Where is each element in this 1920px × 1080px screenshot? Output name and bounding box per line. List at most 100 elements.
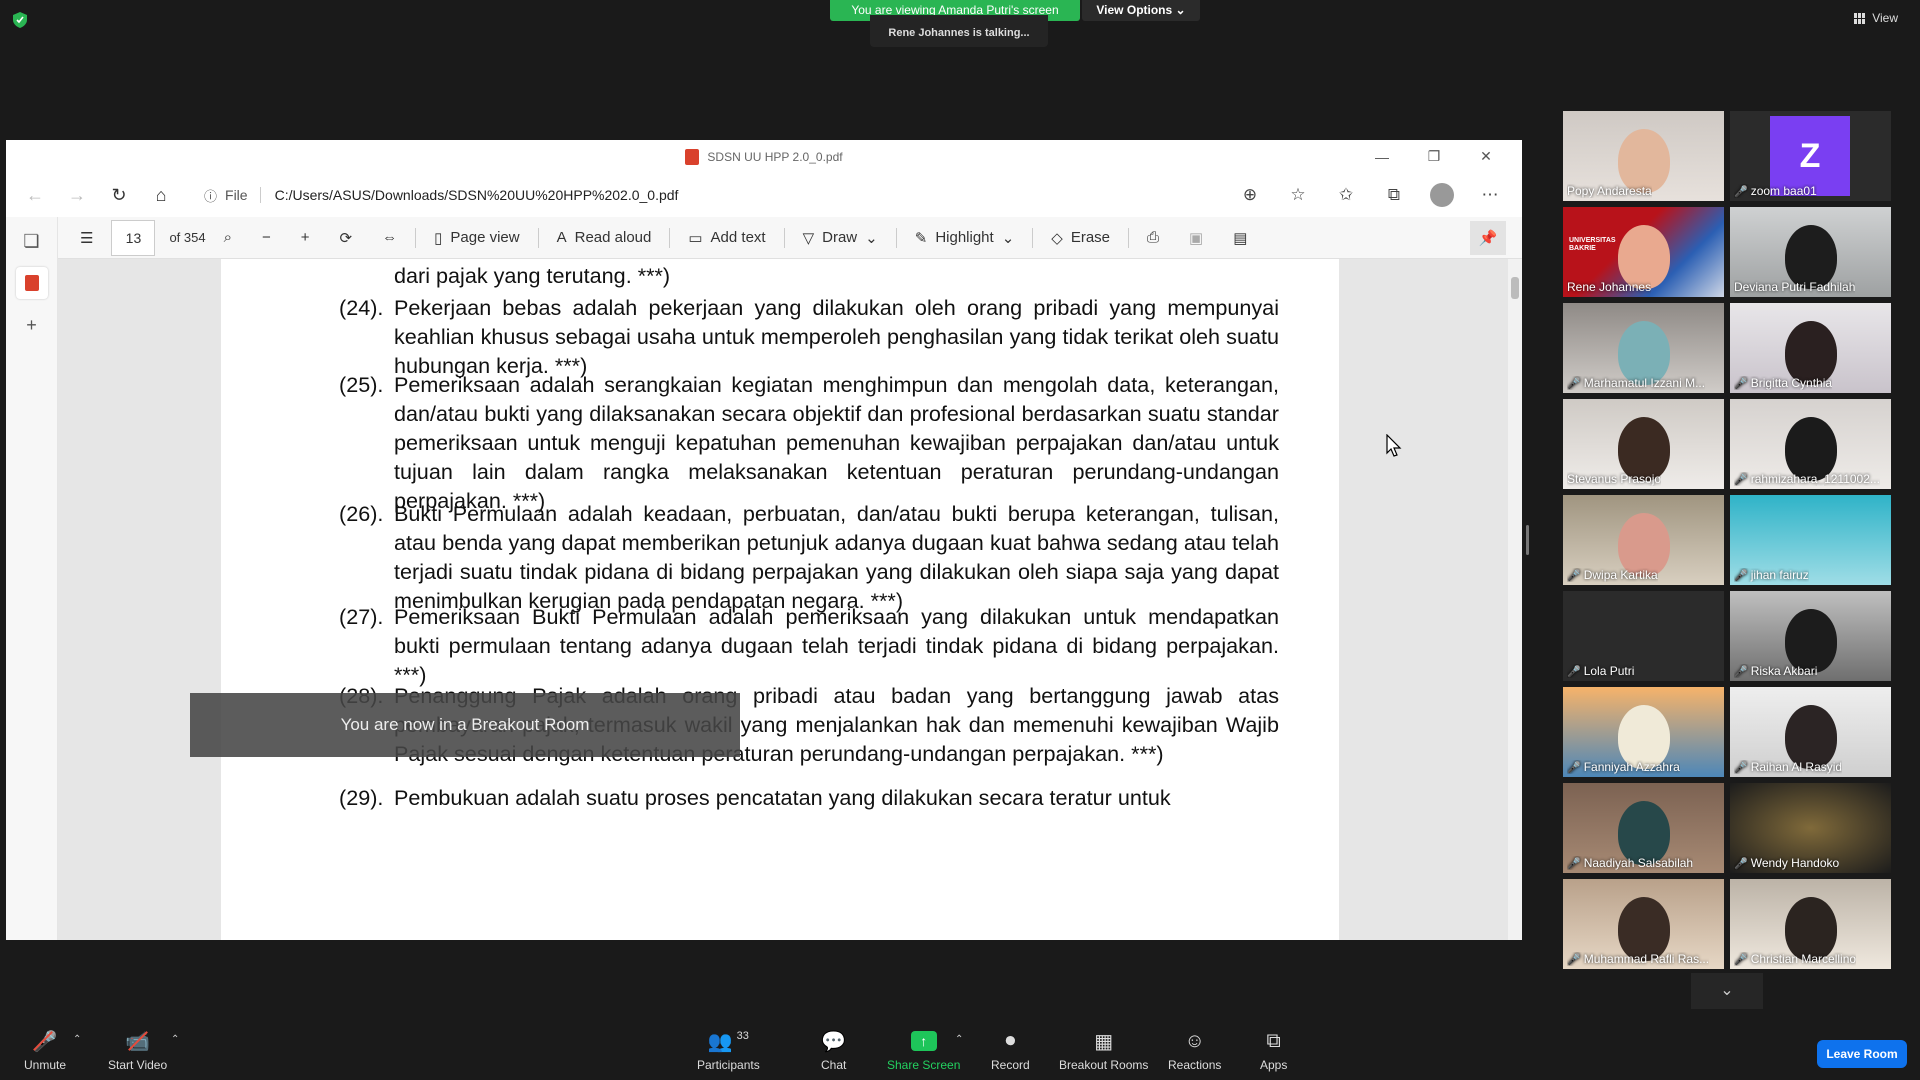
leave-room-button[interactable]: Leave Room (1817, 1040, 1907, 1068)
participant-tile[interactable]: Z 🎤 zoom baa01 (1730, 111, 1891, 201)
scrollbar[interactable] (1508, 259, 1522, 940)
participant-name: 🎤 Raihan Al Rasyid (1734, 760, 1842, 774)
chevron-down-icon: ⌄ (1175, 3, 1186, 17)
restore-icon[interactable]: ❐ (1408, 148, 1460, 165)
find-icon[interactable]: ⌕ (212, 223, 244, 253)
url-field[interactable]: ⓘ File C:/Users/ASUS/Downloads/SDSN%20UU… (204, 179, 1222, 211)
participant-name: 🎤 Riska Akbari (1734, 664, 1817, 678)
add-text-button[interactable]: ▭ Add text (676, 223, 777, 253)
muted-mic-icon: 🎤 (1734, 665, 1748, 678)
participant-tile[interactable]: 🎤 rahmizahara_1211002... (1730, 399, 1891, 489)
paragraph: (27). Pemeriksaan Bukti Permulaan adalah … (339, 604, 1279, 687)
zoom-in-icon[interactable]: + (289, 223, 322, 253)
refresh-icon[interactable]: ↻ (102, 179, 136, 211)
favorites-icon[interactable]: ✩ (1326, 179, 1366, 211)
reactions-button[interactable]: ☺ Reactions (1168, 1030, 1222, 1073)
read-aloud-label: Read aloud (574, 229, 652, 246)
rotate-icon[interactable]: ⟳ (328, 223, 365, 253)
participant-name: Rene Johannes (1567, 280, 1651, 294)
start-video-button[interactable]: 📹 Start Video (108, 1030, 167, 1073)
participant-tile[interactable]: 🎤 jihan fairuz (1730, 495, 1891, 585)
page-view-icon: ▯ (434, 229, 443, 247)
apps-button[interactable]: ⧉ Apps (1260, 1030, 1287, 1073)
record-button[interactable]: ⏺ Record (991, 1030, 1030, 1073)
participant-tile[interactable]: 🎤 Brigitta Cynthia (1730, 303, 1891, 393)
participants-button[interactable]: 👥 33 Participants (697, 1030, 760, 1072)
new-tab-icon[interactable]: + (16, 309, 48, 341)
participant-tile[interactable]: 🎤 Dwipa Kartika (1563, 495, 1724, 585)
profile-icon[interactable] (1422, 179, 1462, 211)
draw-button[interactable]: ▽ Draw ⌄ (791, 223, 890, 253)
share-screen-icon: ↑ (910, 1031, 937, 1051)
muted-mic-icon: 🎤 (1567, 857, 1581, 870)
participant-name-text: Dwipa Kartika (1583, 568, 1658, 582)
collections-icon[interactable]: ⧉ (1374, 179, 1414, 211)
paragraph: (26). Bukti Permulaan adalah keadaan, per… (339, 501, 1279, 613)
shield-icon[interactable] (13, 12, 27, 28)
participant-tile[interactable]: 🎤 Raihan Al Rasyid (1730, 687, 1891, 777)
gallery-resize-handle[interactable] (1526, 525, 1529, 555)
participant-tile[interactable]: 🎤 Fanniyah Azzahra (1563, 687, 1724, 777)
more-icon[interactable]: ⋯ (1470, 179, 1510, 211)
breakout-rooms-button[interactable]: ▦ Breakout Rooms (1059, 1030, 1149, 1073)
pdf-tab-icon[interactable] (15, 267, 48, 299)
erase-button[interactable]: ◇ Erase (1039, 223, 1122, 253)
chevron-down-icon[interactable]: ⌄ (1002, 229, 1015, 247)
participant-tile[interactable]: Deviana Putri Fadhilah (1730, 207, 1891, 297)
chevron-up-icon[interactable]: ⌃ (171, 1034, 179, 1045)
tab-actions-icon[interactable]: ❏ (16, 225, 48, 257)
contents-icon[interactable]: ☰ (68, 223, 105, 253)
participant-tile[interactable]: 🎤 Marhamatul Izzani M... (1563, 303, 1724, 393)
print-icon[interactable]: ⎙ (1135, 223, 1171, 253)
back-icon[interactable]: ← (18, 179, 52, 211)
view-options-button[interactable]: View Options ⌄ (1082, 0, 1200, 21)
participant-tile[interactable]: 🎤 Naadiyah Salsabilah (1563, 783, 1724, 873)
chevron-up-icon[interactable]: ⌃ (73, 1034, 81, 1045)
forward-icon[interactable]: → (60, 179, 94, 211)
participant-tile[interactable]: 🎤 Christian Marcellino (1730, 879, 1891, 969)
zoom-icon[interactable]: ⊕ (1230, 179, 1270, 211)
muted-mic-icon: 🎤 (1734, 185, 1748, 198)
fit-page-icon[interactable]: ⇔ (370, 223, 409, 253)
participant-tile[interactable]: 🎤 Riska Akbari (1730, 591, 1891, 681)
participant-name-text: zoom baa01 (1750, 184, 1817, 198)
record-label: Record (991, 1058, 1030, 1072)
chevron-up-icon[interactable]: ⌃ (955, 1034, 963, 1045)
add-text-icon: ▭ (688, 229, 703, 247)
save-as-icon[interactable]: ▤ (1221, 223, 1259, 253)
participant-tile[interactable]: 🎤 Lola Putri (1563, 591, 1724, 681)
participant-name: Stevanus Prasojo (1567, 472, 1661, 486)
participant-tile[interactable]: Stevanus Prasojo (1563, 399, 1724, 489)
chat-label: Chat (821, 1058, 847, 1072)
muted-mic-icon: 🎤 (1734, 473, 1748, 486)
info-icon[interactable]: ⓘ (204, 186, 217, 205)
reactions-label: Reactions (1168, 1058, 1222, 1072)
minimize-icon[interactable]: — (1356, 149, 1408, 165)
add-favorite-icon[interactable]: ☆ (1278, 179, 1318, 211)
page-view-button[interactable]: ▯ Page view (422, 223, 531, 253)
home-icon[interactable]: ⌂ (144, 179, 178, 211)
save-icon[interactable]: ▣ (1177, 223, 1215, 253)
unmute-button[interactable]: 🎤 Unmute (24, 1030, 66, 1073)
breakout-rooms-label: Breakout Rooms (1059, 1058, 1149, 1072)
scrollbar-thumb[interactable] (1511, 277, 1519, 299)
close-icon[interactable]: ✕ (1460, 148, 1512, 165)
zoom-out-icon[interactable]: − (250, 223, 283, 253)
highlight-button[interactable]: ✎ Highlight ⌄ (903, 223, 1027, 253)
pin-toolbar-icon[interactable]: 📌 (1470, 220, 1506, 255)
mouse-cursor-icon (1386, 434, 1402, 457)
participant-tile[interactable]: 🎤 Muhammad Rafli Ras... (1563, 879, 1724, 969)
erase-label: Erase (1070, 229, 1110, 246)
share-screen-button[interactable]: ↑ Share Screen (887, 1030, 960, 1072)
chevron-down-icon[interactable]: ⌄ (1691, 973, 1763, 1009)
participant-tile[interactable]: 🎤 Wendy Handoko (1730, 783, 1891, 873)
participant-name-text: Naadiyah Salsabilah (1583, 856, 1694, 870)
url-text[interactable]: C:/Users/ASUS/Downloads/SDSN%20UU%20HPP%… (275, 187, 679, 203)
participant-tile[interactable]: UNIVERSITAS BAKRIE Rene Johannes (1563, 207, 1724, 297)
read-aloud-button[interactable]: A Read aloud (545, 223, 664, 253)
participant-tile[interactable]: Popy Andaresta (1563, 111, 1724, 201)
view-button[interactable]: View (1854, 11, 1898, 25)
chevron-down-icon[interactable]: ⌄ (865, 229, 878, 247)
chat-button[interactable]: 💬 Chat (821, 1030, 847, 1073)
page-number-input[interactable]: 13 (111, 219, 156, 256)
